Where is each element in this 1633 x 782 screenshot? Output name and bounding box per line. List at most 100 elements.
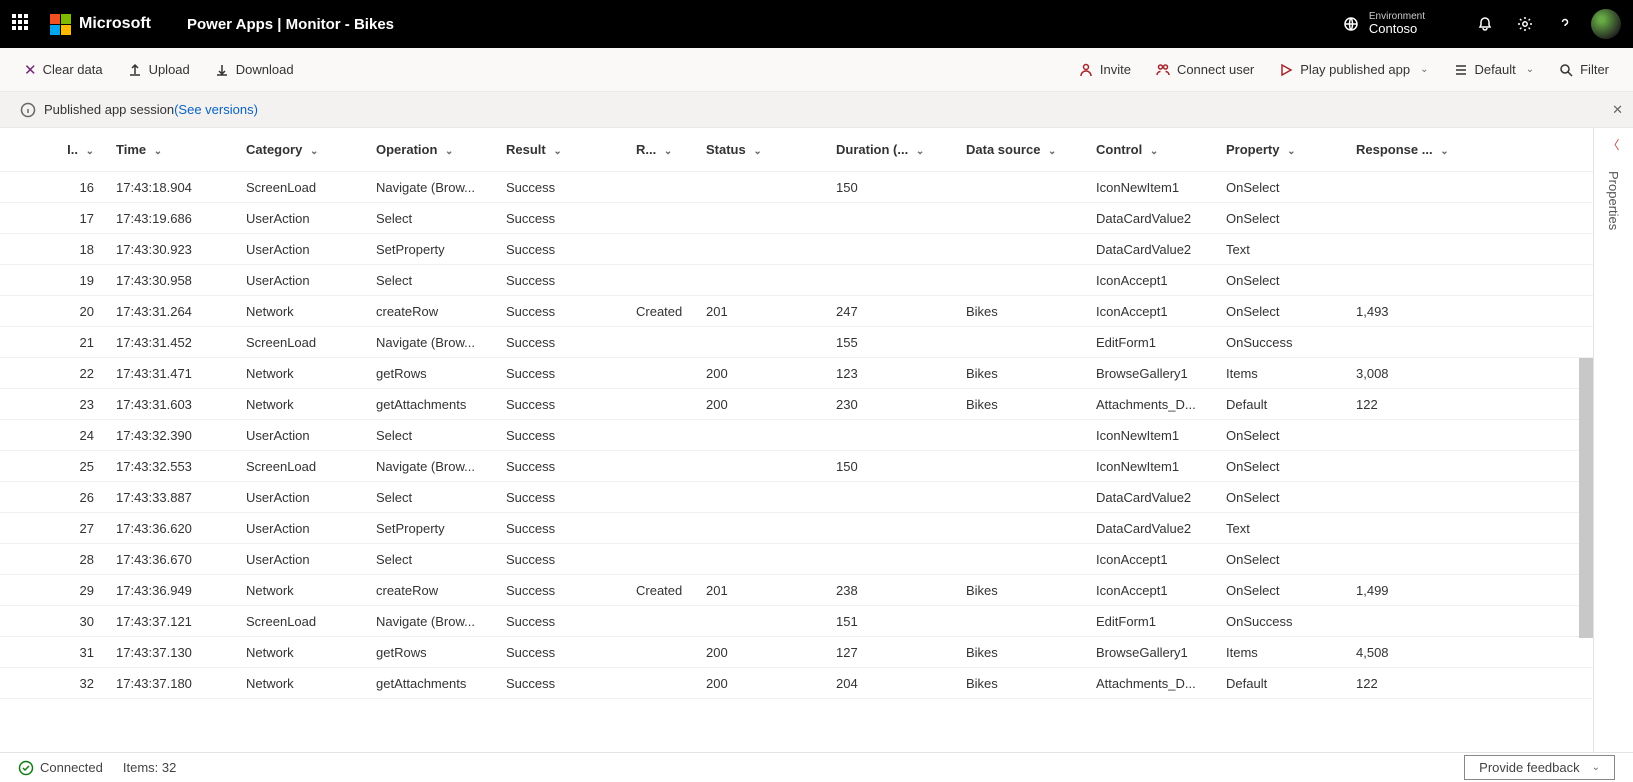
col-property[interactable]: Property ⌄ <box>1220 142 1350 157</box>
cell-ctrl: IconAccept1 <box>1090 552 1220 567</box>
cell-time: 17:43:31.603 <box>110 397 240 412</box>
col-control[interactable]: Control ⌄ <box>1090 142 1220 157</box>
cell-prop: OnSelect <box>1220 552 1350 567</box>
main-area: I.. ⌄ Time ⌄ Category ⌄ Operation ⌄ Resu… <box>0 128 1633 752</box>
col-status[interactable]: Status ⌄ <box>700 142 830 157</box>
cell-dur: 155 <box>830 335 960 350</box>
cell-cat: Network <box>240 676 370 691</box>
table-row[interactable]: 2817:43:36.670UserActionSelectSuccessIco… <box>0 544 1593 575</box>
table-body[interactable]: 1617:43:18.904ScreenLoadNavigate (Brow..… <box>0 172 1593 752</box>
waffle-icon[interactable] <box>12 14 32 34</box>
invite-icon <box>1078 62 1094 78</box>
table-row[interactable]: 2417:43:32.390UserActionSelectSuccessIco… <box>0 420 1593 451</box>
col-response[interactable]: Response ... ⌄ <box>1350 142 1470 157</box>
cell-ctrl: EditForm1 <box>1090 614 1220 629</box>
provide-feedback-button[interactable]: Provide feedback ⌄ <box>1464 755 1615 780</box>
see-versions-link[interactable]: (See versions) <box>174 102 258 117</box>
table-row[interactable]: 2017:43:31.264NetworkcreateRowSuccessCre… <box>0 296 1593 327</box>
table-row[interactable]: 3117:43:37.130NetworkgetRowsSuccess20012… <box>0 637 1593 668</box>
cell-dur: 151 <box>830 614 960 629</box>
col-category[interactable]: Category ⌄ <box>240 142 370 157</box>
close-infobar-button[interactable]: ✕ <box>1612 102 1623 118</box>
clear-data-button[interactable]: ✕ Clear data <box>24 61 103 79</box>
cell-res: Success <box>500 428 630 443</box>
table-row[interactable]: 1917:43:30.958UserActionSelectSuccessIco… <box>0 265 1593 296</box>
cell-res: Success <box>500 521 630 536</box>
top-bar: Microsoft Power Apps | Monitor - Bikes E… <box>0 0 1633 48</box>
cell-time: 17:43:36.949 <box>110 583 240 598</box>
connect-user-button[interactable]: Connect user <box>1155 62 1254 78</box>
col-rx[interactable]: R... ⌄ <box>630 142 700 157</box>
chevron-down-icon: ⌄ <box>1440 146 1448 157</box>
cell-op: getAttachments <box>370 676 500 691</box>
table-row[interactable]: 3217:43:37.180NetworkgetAttachmentsSucce… <box>0 668 1593 699</box>
cell-time: 17:43:33.887 <box>110 490 240 505</box>
avatar[interactable] <box>1591 9 1621 39</box>
col-result[interactable]: Result ⌄ <box>500 142 630 157</box>
table-row[interactable]: 2717:43:36.620UserActionSetPropertySucce… <box>0 513 1593 544</box>
download-button[interactable]: Download <box>214 62 294 78</box>
cell-prop: Default <box>1220 397 1350 412</box>
table-row[interactable]: 2317:43:31.603NetworkgetAttachmentsSucce… <box>0 389 1593 420</box>
col-operation[interactable]: Operation ⌄ <box>370 142 500 157</box>
cell-ctrl: IconNewItem1 <box>1090 459 1220 474</box>
col-duration[interactable]: Duration (... ⌄ <box>830 142 960 157</box>
table-row[interactable]: 2117:43:31.452ScreenLoadNavigate (Brow..… <box>0 327 1593 358</box>
cell-ds: Bikes <box>960 366 1090 381</box>
environment-picker[interactable]: Environment Contoso <box>1343 11 1425 36</box>
filter-button[interactable]: Filter <box>1558 62 1609 78</box>
microsoft-logo[interactable]: Microsoft <box>50 14 151 35</box>
cell-status: 200 <box>700 397 830 412</box>
download-icon <box>214 62 230 78</box>
table-row[interactable]: 3017:43:37.121ScreenLoadNavigate (Brow..… <box>0 606 1593 637</box>
cell-rx: Created <box>630 583 700 598</box>
chevron-down-icon: ⌄ <box>1048 146 1056 157</box>
help-button[interactable] <box>1545 4 1585 44</box>
col-id[interactable]: I.. ⌄ <box>40 142 110 157</box>
table-row[interactable]: 2517:43:32.553ScreenLoadNavigate (Brow..… <box>0 451 1593 482</box>
invite-button[interactable]: Invite <box>1078 62 1131 78</box>
cell-time: 17:43:18.904 <box>110 180 240 195</box>
cell-op: Navigate (Brow... <box>370 614 500 629</box>
filter-label: Filter <box>1580 62 1609 77</box>
cell-res: Success <box>500 459 630 474</box>
info-icon <box>20 102 36 118</box>
cell-cat: UserAction <box>240 521 370 536</box>
expand-properties-button[interactable]: 〈 <box>1607 136 1619 153</box>
table-row[interactable]: 2917:43:36.949NetworkcreateRowSuccessCre… <box>0 575 1593 606</box>
col-time[interactable]: Time ⌄ <box>110 142 240 157</box>
col-datasource[interactable]: Data source ⌄ <box>960 142 1090 157</box>
cell-op: Select <box>370 552 500 567</box>
cell-cat: ScreenLoad <box>240 335 370 350</box>
table-row[interactable]: 1717:43:19.686UserActionSelectSuccessDat… <box>0 203 1593 234</box>
chevron-down-icon: ⌄ <box>1150 146 1158 157</box>
cell-id: 26 <box>40 490 110 505</box>
cell-ctrl: DataCardValue2 <box>1090 490 1220 505</box>
command-bar: ✕ Clear data Upload Download Invite Conn… <box>0 48 1633 92</box>
notifications-button[interactable] <box>1465 4 1505 44</box>
scrollbar-thumb[interactable] <box>1579 358 1593 638</box>
cell-ctrl: DataCardValue2 <box>1090 521 1220 536</box>
table-row[interactable]: 1817:43:30.923UserActionSetPropertySucce… <box>0 234 1593 265</box>
cell-time: 17:43:31.264 <box>110 304 240 319</box>
cell-id: 30 <box>40 614 110 629</box>
cell-dur: 230 <box>830 397 960 412</box>
table-row[interactable]: 1617:43:18.904ScreenLoadNavigate (Brow..… <box>0 172 1593 203</box>
events-table: I.. ⌄ Time ⌄ Category ⌄ Operation ⌄ Resu… <box>0 128 1593 752</box>
settings-button[interactable] <box>1505 4 1545 44</box>
default-dropdown[interactable]: Default ⌄ <box>1453 62 1535 78</box>
cell-cat: ScreenLoad <box>240 459 370 474</box>
upload-button[interactable]: Upload <box>127 62 190 78</box>
cell-prop: OnSelect <box>1220 490 1350 505</box>
cell-res: Success <box>500 304 630 319</box>
cell-cat: UserAction <box>240 428 370 443</box>
table-row[interactable]: 2617:43:33.887UserActionSelectSuccessDat… <box>0 482 1593 513</box>
cell-time: 17:43:37.121 <box>110 614 240 629</box>
cell-cat: UserAction <box>240 242 370 257</box>
cell-dur: 204 <box>830 676 960 691</box>
check-circle-icon <box>18 760 34 776</box>
play-app-button[interactable]: Play published app ⌄ <box>1278 62 1428 78</box>
cell-status: 200 <box>700 645 830 660</box>
cell-prop: OnSuccess <box>1220 335 1350 350</box>
table-row[interactable]: 2217:43:31.471NetworkgetRowsSuccess20012… <box>0 358 1593 389</box>
